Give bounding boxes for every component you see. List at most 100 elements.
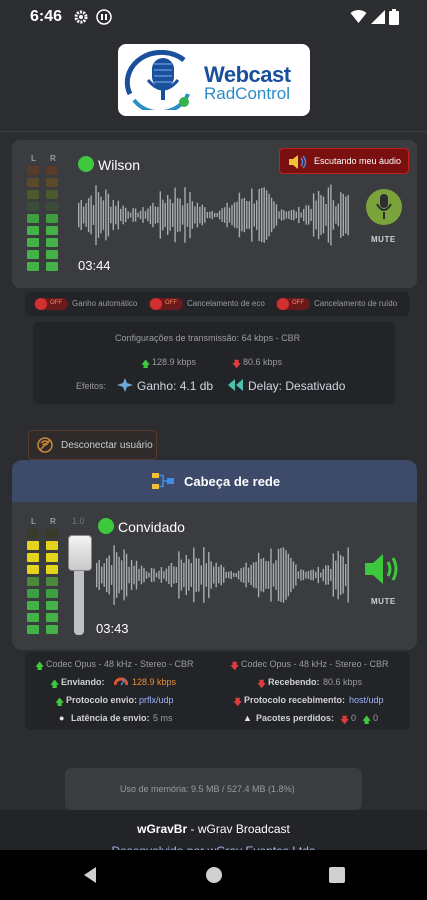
waveform-bar: [223, 567, 225, 583]
waveform-bar: [315, 200, 317, 230]
footer: wGravBr - wGrav Broadcast Desenvolvido p…: [0, 810, 427, 858]
signal-icon: [371, 10, 385, 24]
waveform-bar: [233, 202, 236, 228]
waveform-bar: [92, 205, 95, 225]
speaker-icon: [289, 155, 307, 169]
meter-segment: [46, 589, 58, 598]
waveform-bar: [208, 552, 210, 599]
listen-my-audio-label: Escutando meu áudio: [314, 156, 402, 166]
network-icon: [152, 473, 174, 489]
upload-rate: 128.9 kbps: [152, 357, 197, 367]
waveform-bar: [235, 573, 237, 577]
waveform-bar: [164, 202, 166, 228]
waveform-bar: [295, 564, 297, 586]
waveform-bar: [123, 549, 125, 601]
up-arrow-icon: 🡅: [55, 697, 65, 707]
waveform-bar: [237, 570, 240, 580]
waveform-bar: [320, 572, 322, 578]
waveform-bar: [265, 561, 267, 589]
waveform-bar: [162, 199, 164, 231]
home-icon[interactable]: [205, 866, 223, 884]
waveform-bar: [195, 558, 197, 592]
waveform-bar: [95, 185, 97, 245]
waveform-bar: [140, 565, 143, 585]
waveform-bar: [110, 565, 113, 585]
protocol-send-label: Protocolo envio:: [66, 695, 138, 705]
local-mute-button[interactable]: [366, 189, 402, 225]
waveform-bar: [204, 207, 206, 223]
waveform-bar: [298, 206, 300, 224]
guest-waveform: [96, 545, 349, 605]
waveform-bar: [125, 207, 127, 223]
packets-icon: ▲: [243, 713, 252, 723]
back-icon[interactable]: [82, 866, 98, 884]
memory-usage: Uso de memória: 9.5 MB / 527.4 MB (1.8%): [120, 784, 295, 794]
upload-arrow-icon: 🡅: [141, 359, 151, 369]
recv-value: 80.6 kbps: [323, 677, 363, 687]
disconnect-icon: [37, 437, 53, 453]
noise-cancel-toggle[interactable]: OFF: [276, 298, 310, 310]
protocol-recv-value: host/udp: [349, 695, 384, 705]
echo-cancel-toggle[interactable]: OFF: [149, 298, 183, 310]
recents-icon[interactable]: [329, 867, 345, 883]
waveform-bar: [118, 556, 120, 594]
waveform-bar: [117, 200, 119, 230]
waveform-bar: [240, 568, 242, 582]
meter-segment: [27, 541, 39, 550]
speaker-mute-button[interactable]: [364, 553, 402, 585]
waveform-bar: [179, 198, 181, 232]
waveform-bar: [325, 565, 327, 585]
meter-segment: [46, 625, 58, 634]
waveform-bar: [159, 191, 161, 239]
up-arrow-icon: 🡅: [50, 679, 60, 689]
meter-segment: [46, 613, 58, 622]
volume-slider-thumb[interactable]: [68, 535, 92, 571]
auto-gain-toggle[interactable]: OFF: [34, 298, 68, 310]
latency-icon: ●: [59, 713, 65, 723]
guest-user-name: Convidado: [118, 519, 185, 535]
waveform-bar: [215, 562, 217, 588]
listen-my-audio-button[interactable]: Escutando meu áudio: [279, 148, 409, 174]
footer-suffix: - wGrav Broadcast: [187, 822, 290, 836]
waveform-bar: [218, 566, 220, 584]
waveform-bar: [297, 571, 300, 579]
waveform-bar: [288, 211, 290, 219]
waveform-bar: [292, 561, 295, 589]
waveform-bar: [205, 563, 207, 587]
waveform-bar: [220, 564, 222, 586]
waveform-bar: [173, 566, 175, 584]
waveform-bar: [258, 188, 260, 242]
online-indicator: [78, 156, 94, 172]
waveform-bar: [267, 561, 270, 589]
waveform-bar: [147, 208, 149, 222]
waveform-bar: [243, 197, 246, 233]
waveform-bar: [337, 203, 339, 227]
waveform-bar: [310, 208, 312, 221]
waveform-bar: [228, 207, 231, 223]
waveform-bar: [129, 212, 132, 218]
waveform-bar: [320, 195, 322, 235]
waveform-bar: [340, 555, 342, 595]
footer-brand: wGravBr: [137, 822, 188, 836]
meter-label-right: R: [50, 517, 56, 526]
settings-icon: [74, 10, 88, 24]
local-user-name: Wilson: [98, 157, 141, 173]
meter-segment: [27, 226, 39, 235]
waveform-bar: [155, 572, 158, 578]
waveform-bar: [342, 556, 344, 594]
disconnect-user-button[interactable]: Desconectar usuário: [28, 430, 157, 460]
waveform-bar: [290, 557, 292, 593]
meter-segment: [46, 577, 58, 586]
meter-label-right: R: [50, 154, 56, 163]
waveform-bar: [317, 190, 320, 240]
waveform-bar: [347, 194, 349, 236]
meter-segment: [27, 214, 39, 223]
waveform-bar: [221, 208, 223, 222]
app-logo: Webcast RadControl: [118, 44, 310, 116]
waveform-bar: [78, 202, 80, 228]
android-nav-bar: [0, 850, 427, 900]
waveform-bar: [211, 211, 213, 220]
wifi-icon: [350, 9, 367, 23]
meter-segment: [27, 577, 39, 586]
waveform-bar: [238, 192, 241, 238]
